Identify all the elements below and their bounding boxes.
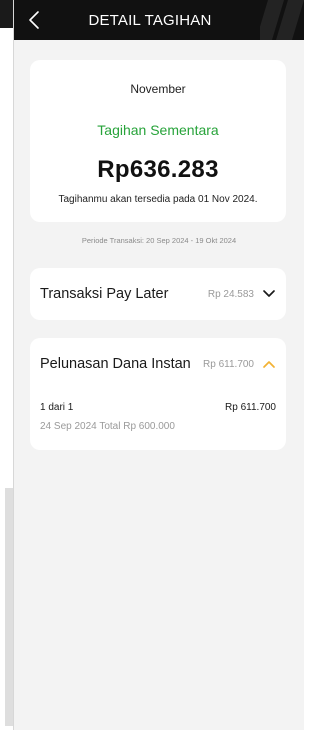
chevron-up-icon[interactable] <box>262 359 276 369</box>
side-scrollbar[interactable] <box>5 488 13 726</box>
bill-amount: Rp636.283 <box>97 156 219 183</box>
repayment-info: 24 Sep 2024 Total Rp 600.000 <box>40 421 175 432</box>
instant-cash-repayment-card[interactable]: Pelunasan Dana Instan Rp 611.700 1 dari … <box>30 338 286 450</box>
row-amount: Rp 24.583 <box>207 288 254 300</box>
app-screen: DETAIL TAGIHAN November Tagihan Sementar… <box>14 0 304 730</box>
chevron-left-icon <box>29 11 39 29</box>
installment-line: 1 dari 1 Rp 611.700 <box>40 402 276 413</box>
header-bar: DETAIL TAGIHAN <box>14 0 304 40</box>
transaction-period: Periode Transaksi: 20 Sep 2024 - 19 Okt … <box>81 236 237 245</box>
paylater-row-header[interactable]: Transaksi Pay Later Rp 24.583 <box>40 268 276 320</box>
row-right: Rp 611.700 <box>203 359 276 370</box>
side-window-header <box>0 0 13 28</box>
repayment-detail: 1 dari 1 Rp 611.700 24 Sep 2024 Total Rp… <box>40 402 276 432</box>
header-decoration <box>260 0 304 40</box>
instant-cash-row-header[interactable]: Pelunasan Dana Instan Rp 611.700 <box>40 338 276 390</box>
paylater-transactions-card[interactable]: Transaksi Pay Later Rp 24.583 <box>30 268 286 320</box>
bill-availability-note: Tagihanmu akan tersedia pada 01 Nov 2024… <box>58 194 258 205</box>
bill-summary-card: November Tagihan Sementara Rp636.283 Tag… <box>30 60 286 222</box>
bill-status: Tagihan Sementara <box>97 122 219 138</box>
row-right: Rp 24.583 <box>208 289 276 300</box>
page-title: DETAIL TAGIHAN <box>88 11 212 29</box>
side-window-strip <box>0 0 14 730</box>
row-title: Pelunasan Dana Instan <box>40 356 191 372</box>
bill-month: November <box>130 82 186 96</box>
row-title: Transaksi Pay Later <box>40 286 169 302</box>
installment-amount: Rp 611.700 <box>225 402 276 413</box>
row-amount: Rp 611.700 <box>203 358 254 370</box>
chevron-down-icon[interactable] <box>262 289 276 299</box>
back-button[interactable] <box>24 8 44 32</box>
installment-count: 1 dari 1 <box>40 402 74 413</box>
